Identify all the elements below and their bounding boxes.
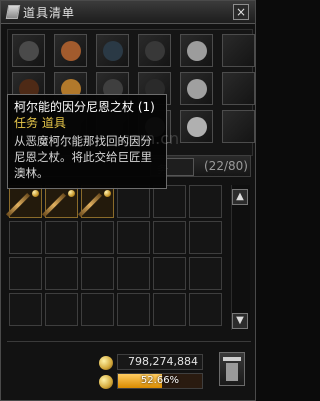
trash-can-icon [226, 363, 238, 381]
inventory-slot-1[interactable] [5, 185, 42, 218]
trash-button[interactable] [219, 352, 245, 386]
inventory-slot-4[interactable] [117, 185, 150, 218]
equip-slot-necklace[interactable] [180, 34, 213, 67]
inventory-slot-24[interactable] [189, 293, 222, 326]
inventory-slot-5[interactable] [153, 185, 186, 218]
inventory-slot-10[interactable] [117, 221, 150, 254]
equip-slot-extra-3[interactable] [222, 110, 255, 143]
equip-slot-armor[interactable] [54, 34, 87, 67]
scroll-down-button[interactable]: ▼ [232, 313, 248, 329]
scroll-up-button[interactable]: ▲ [232, 189, 248, 205]
inventory-scrollbar[interactable] [231, 185, 250, 330]
inventory-slot-8[interactable] [45, 221, 78, 254]
window-title: 道具清单 [23, 6, 76, 20]
inventory-slot-13[interactable] [9, 257, 42, 290]
inventory-slot-11[interactable] [153, 221, 186, 254]
inventory-slot-15[interactable] [81, 257, 114, 290]
gold-coin-icon [99, 356, 113, 370]
equip-slot-chain-2[interactable] [180, 110, 213, 143]
quest-staff-icon [5, 192, 31, 218]
inventory-slot-18[interactable] [189, 257, 222, 290]
tooltip-title: 柯尔能的因分尼恩之杖 (1) [14, 100, 155, 114]
inventory-slot-20[interactable] [45, 293, 78, 326]
inventory-slot-2[interactable] [41, 185, 78, 218]
gold-amount: 798,274,884 [117, 354, 203, 370]
equip-slot-cape[interactable] [138, 34, 171, 67]
inventory-slot-19[interactable] [9, 293, 42, 326]
equip-slot-earring[interactable] [180, 72, 213, 105]
title-bar[interactable]: 道具清单 × [1, 1, 255, 24]
inventory-slot-17[interactable] [153, 257, 186, 290]
inventory-footer: 798,274,884 52.66% [7, 341, 251, 398]
inventory-slot-16[interactable] [117, 257, 150, 290]
inventory-slot-21[interactable] [81, 293, 114, 326]
weight-percent: 52.66% [140, 375, 180, 386]
weight-icon [99, 375, 113, 389]
inventory-grid [5, 185, 223, 335]
inventory-slot-12[interactable] [189, 221, 222, 254]
inventory-slot-7[interactable] [9, 221, 42, 254]
watermark: com.cn [121, 129, 180, 148]
staff-gem-icon [104, 190, 111, 197]
quest-staff-icon [77, 192, 103, 218]
inventory-slot-22[interactable] [117, 293, 150, 326]
inventory-slot-3[interactable] [77, 185, 114, 218]
trash-lid-icon [223, 357, 241, 361]
equip-slot-helmet[interactable] [12, 34, 45, 67]
equip-slot-extra-2[interactable] [222, 72, 255, 105]
inventory-window: 道具清单 × 柯尔能的因分尼恩之杖 (1) 任务 道具 从恶魔柯尔能那找回的因分… [0, 0, 256, 401]
weight-bar: 52.66% [117, 373, 203, 389]
inventory-slot-6[interactable] [189, 185, 222, 218]
inventory-icon [5, 5, 21, 19]
inventory-slot-23[interactable] [153, 293, 186, 326]
staff-gem-icon [68, 190, 75, 197]
equip-slot-extra[interactable] [222, 34, 255, 67]
inventory-count: (22/80) [204, 159, 248, 173]
equip-slot-accessory[interactable] [96, 34, 129, 67]
inventory-slot-9[interactable] [81, 221, 114, 254]
staff-gem-icon [32, 190, 39, 197]
inventory-slot-14[interactable] [45, 257, 78, 290]
quest-staff-icon [41, 192, 67, 218]
close-button[interactable]: × [233, 4, 249, 20]
